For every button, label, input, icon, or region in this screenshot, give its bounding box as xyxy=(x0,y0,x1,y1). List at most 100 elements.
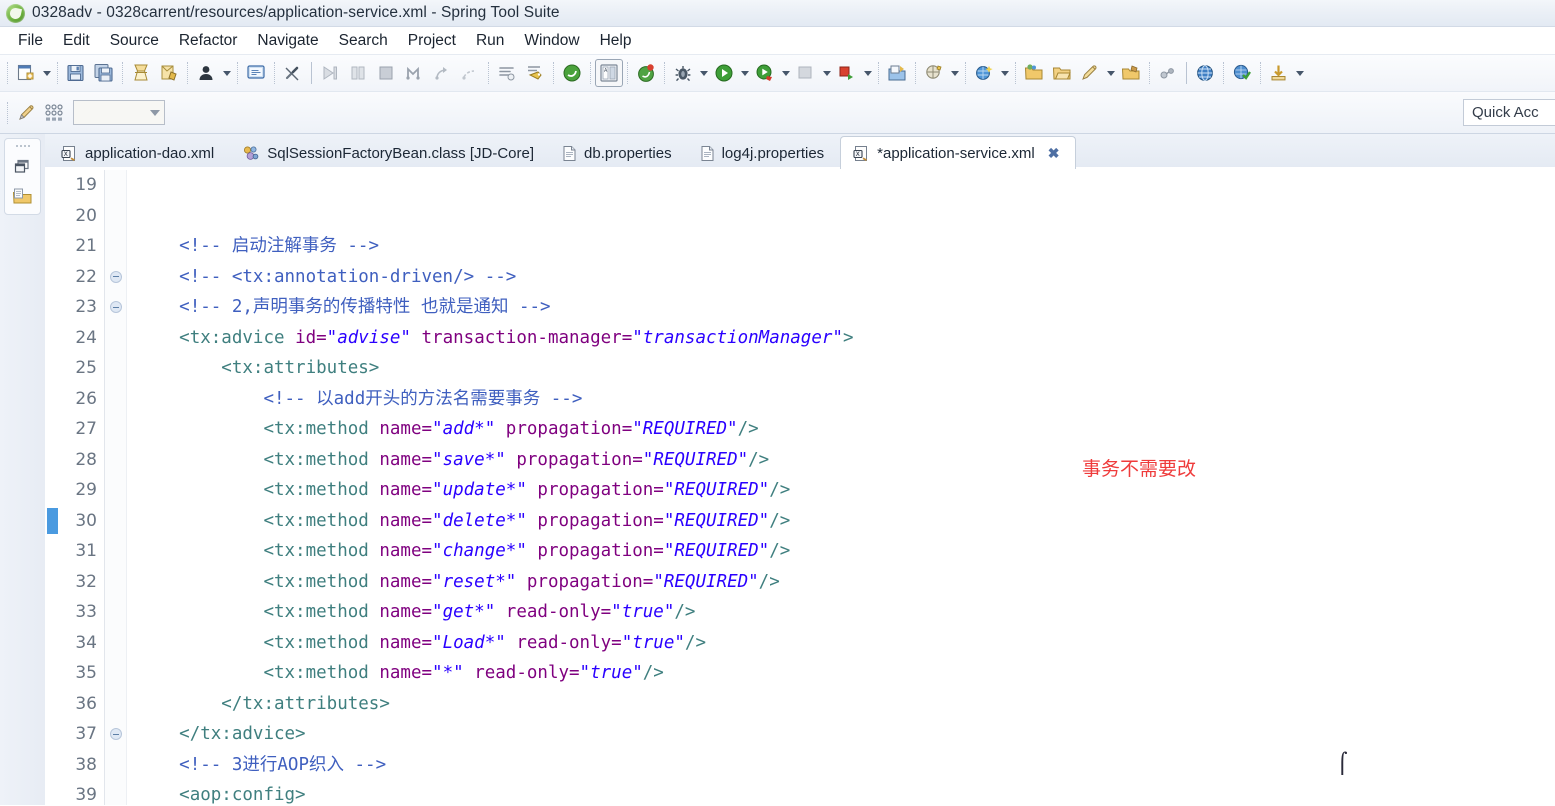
chevron-down-icon[interactable] xyxy=(1293,59,1306,87)
editor-tab-1[interactable]: SqlSessionFactoryBean.class [JD-Core] xyxy=(230,138,550,169)
format-lines-icon[interactable] xyxy=(493,59,521,87)
editor-tab-2[interactable]: db.properties xyxy=(550,138,688,169)
step-return-icon[interactable] xyxy=(400,59,428,87)
spring-refresh-icon[interactable] xyxy=(632,59,660,87)
open-type-icon[interactable]: A xyxy=(595,59,623,87)
code-line[interactable]: <tx:method name="reset*" propagation="RE… xyxy=(137,567,1555,598)
terminate-icon[interactable] xyxy=(372,59,400,87)
menu-item-source[interactable]: Source xyxy=(100,30,169,52)
chevron-down-icon[interactable] xyxy=(948,59,961,87)
chevron-down-icon[interactable] xyxy=(1104,59,1117,87)
open-resource-icon[interactable] xyxy=(1048,59,1076,87)
new-java-class-icon[interactable] xyxy=(883,59,911,87)
pencil-edit-icon[interactable] xyxy=(12,99,40,127)
fold-cell-empty xyxy=(105,475,126,506)
fold-collapse-icon[interactable] xyxy=(105,262,126,293)
chevron-down-icon[interactable] xyxy=(861,59,874,87)
perspective-combo[interactable] xyxy=(73,100,165,125)
validate-icon[interactable] xyxy=(1228,59,1256,87)
fold-marker[interactable] xyxy=(109,728,122,741)
run-green-icon[interactable] xyxy=(710,59,738,87)
code-line[interactable]: </tx:attributes> xyxy=(137,689,1555,720)
code-line[interactable]: <tx:attributes> xyxy=(137,353,1555,384)
line-number: 34 xyxy=(75,632,97,653)
code-line[interactable]: <!-- <tx:annotation-driven/> --> xyxy=(137,262,1555,293)
code-line[interactable]: <tx:advice id="advise" transaction-manag… xyxy=(137,323,1555,354)
menu-item-window[interactable]: Window xyxy=(514,30,589,52)
menu-item-help[interactable]: Help xyxy=(590,30,642,52)
unlink-icon[interactable] xyxy=(279,59,307,87)
code-line[interactable]: <!-- 3进行AOP织入 --> xyxy=(137,750,1555,781)
perspective-grid-icon[interactable] xyxy=(40,99,68,127)
step-over-icon[interactable] xyxy=(344,59,372,87)
code-line[interactable]: <tx:method name="*" read-only="true"/> xyxy=(137,658,1555,689)
user-person-icon[interactable] xyxy=(192,59,220,87)
menu-item-run[interactable]: Run xyxy=(466,30,514,52)
editor-tab-0[interactable]: Xapplication-dao.xml xyxy=(49,138,230,169)
code-line[interactable]: <tx:method name="update*" propagation="R… xyxy=(137,475,1555,506)
code-line[interactable]: <!-- 以add开头的方法名需要事务 --> xyxy=(137,384,1555,415)
fold-cell-empty xyxy=(105,414,126,445)
build-all-icon[interactable] xyxy=(155,59,183,87)
chevron-down-icon[interactable] xyxy=(220,59,233,87)
new-wizard-icon[interactable] xyxy=(12,59,40,87)
fold-collapse-icon[interactable] xyxy=(105,292,126,323)
code-content[interactable]: <!-- 启动注解事务 --> <!-- <tx:annotation-driv… xyxy=(127,170,1555,805)
console-icon[interactable] xyxy=(242,59,270,87)
code-line[interactable]: <tx:method name="get*" read-only="true"/… xyxy=(137,597,1555,628)
download-icon[interactable] xyxy=(1265,59,1293,87)
chevron-down-icon[interactable] xyxy=(820,59,833,87)
code-folding-column[interactable] xyxy=(105,170,127,805)
editor-tab-4[interactable]: X *application-service.xml ✖ xyxy=(840,136,1077,169)
chevron-down-icon[interactable] xyxy=(998,59,1011,87)
disconnect-icon[interactable] xyxy=(456,59,484,87)
globe-browser-icon[interactable] xyxy=(1191,59,1219,87)
chevron-down-icon[interactable] xyxy=(697,59,710,87)
print-icon[interactable] xyxy=(127,59,155,87)
coverage-icon[interactable] xyxy=(792,59,820,87)
link-editor-icon[interactable] xyxy=(1154,59,1182,87)
spring-boot-icon[interactable] xyxy=(558,59,586,87)
open-task-icon[interactable] xyxy=(1117,59,1145,87)
open-folder-icon[interactable] xyxy=(1020,59,1048,87)
fold-collapse-icon[interactable] xyxy=(105,719,126,750)
code-line[interactable]: <tx:method name="save*" propagation="REQ… xyxy=(137,445,1555,476)
chevron-down-icon[interactable] xyxy=(779,59,792,87)
save-icon[interactable] xyxy=(62,59,90,87)
package-explorer-icon[interactable] xyxy=(9,184,37,209)
debug-bug-icon[interactable] xyxy=(669,59,697,87)
code-line[interactable]: <tx:method name="delete*" propagation="R… xyxy=(137,506,1555,537)
fold-marker[interactable] xyxy=(109,270,122,283)
new-package-icon[interactable] xyxy=(920,59,948,87)
menu-item-file[interactable]: File xyxy=(8,30,53,52)
run-config-icon[interactable] xyxy=(751,59,779,87)
code-line[interactable]: <!-- 启动注解事务 --> xyxy=(137,231,1555,262)
code-line[interactable]: <tx:method name="change*" propagation="R… xyxy=(137,536,1555,567)
step-into-icon[interactable] xyxy=(316,59,344,87)
code-line[interactable]: <!-- 2,声明事务的传播特性 也就是通知 --> xyxy=(137,292,1555,323)
menu-item-search[interactable]: Search xyxy=(329,30,398,52)
xml-source-editor[interactable]: 19 20 21 22 23 24 25 26 27 28 29 30 31 32 33 34 35 36 37 38… xyxy=(45,169,1555,805)
close-icon[interactable]: ✖ xyxy=(1048,146,1060,160)
menu-item-navigate[interactable]: Navigate xyxy=(247,30,328,52)
code-line[interactable]: </tx:advice> xyxy=(137,719,1555,750)
menu-item-project[interactable]: Project xyxy=(398,30,466,52)
chevron-down-icon[interactable] xyxy=(738,59,751,87)
code-line[interactable]: <tx:method name="add*" propagation="REQU… xyxy=(137,414,1555,445)
run-server-icon[interactable] xyxy=(833,59,861,87)
search-pencil-icon[interactable] xyxy=(1076,59,1104,87)
code-line[interactable]: <tx:method name="Load*" read-only="true"… xyxy=(137,628,1555,659)
menu-item-edit[interactable]: Edit xyxy=(53,30,100,52)
new-spring-bean-icon[interactable] xyxy=(970,59,998,87)
chevron-down-icon[interactable] xyxy=(40,59,53,87)
resume-icon[interactable] xyxy=(428,59,456,87)
key-icon[interactable] xyxy=(521,59,549,87)
code-line[interactable]: <aop:config> xyxy=(137,780,1555,805)
view-drag-handle[interactable] xyxy=(13,142,33,149)
quick-access-field[interactable]: Quick Acc xyxy=(1463,99,1555,126)
menu-item-refactor[interactable]: Refactor xyxy=(169,30,248,52)
fold-marker[interactable] xyxy=(109,301,122,314)
save-all-icon[interactable] xyxy=(90,59,118,87)
editor-tab-3[interactable]: log4j.properties xyxy=(688,138,841,169)
restore-view-icon[interactable] xyxy=(9,154,37,179)
